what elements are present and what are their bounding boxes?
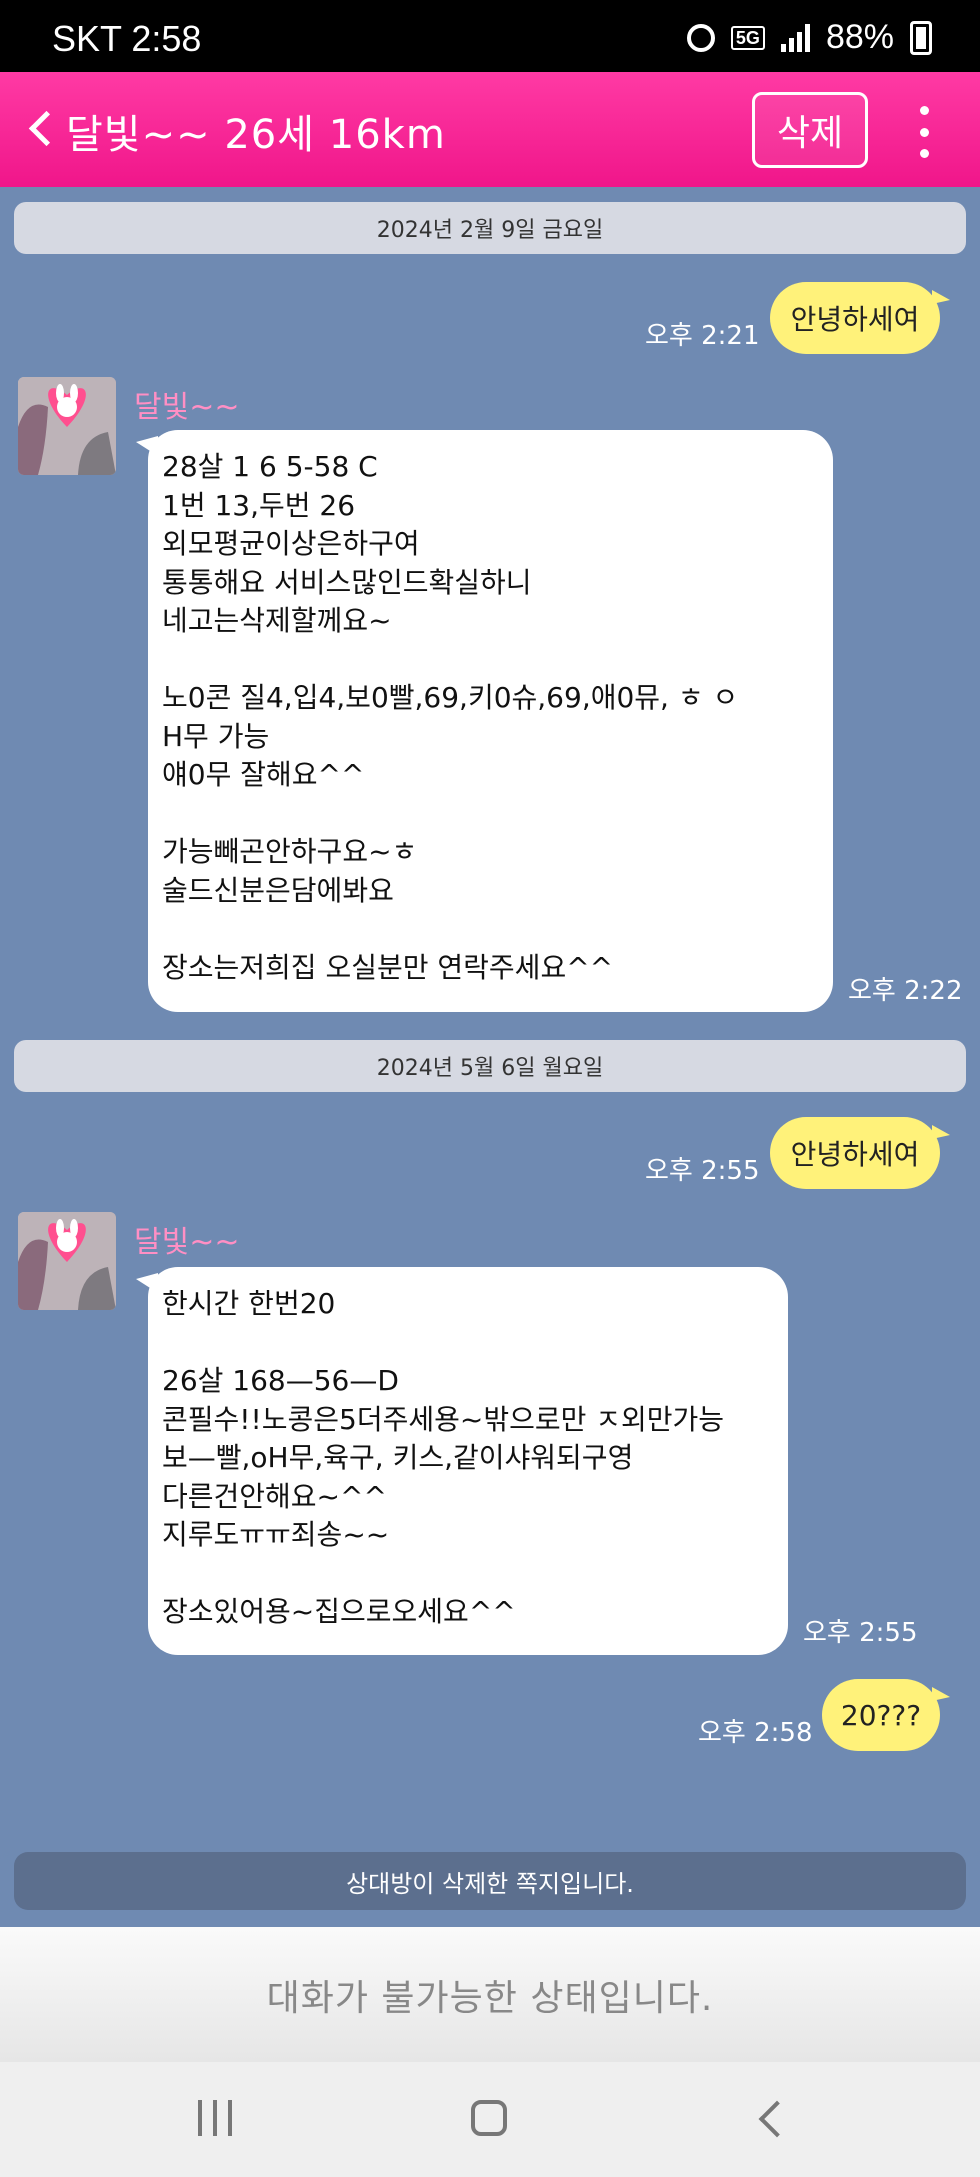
system-nav-bar (0, 2062, 980, 2177)
avatar[interactable] (18, 377, 116, 475)
status-icons: 5G 88% (686, 18, 932, 57)
my-message[interactable]: 안녕하세여 (770, 1117, 950, 1189)
recent-apps-icon[interactable] (198, 2100, 232, 2136)
chat-area[interactable]: 2024년 2월 9일 금요일 오후 2:21 안녕하세여 달빛~~ 28살 1… (0, 187, 980, 1927)
message-time: 오후 2:55 (645, 1156, 760, 1186)
battery-percent: 88% (825, 18, 894, 56)
carrier-time: SKT 2:58 (52, 18, 202, 59)
back-icon[interactable] (22, 106, 62, 156)
message-time: 오후 2:21 (645, 321, 760, 351)
status-bar: SKT 2:58 5G 88% (0, 0, 980, 72)
avatar[interactable] (18, 1212, 116, 1310)
sender-name: 달빛~~ (134, 390, 240, 425)
battery-charging-icon (910, 20, 932, 55)
avatar-image (18, 377, 116, 475)
deleted-notice: 상대방이 삭제한 쪽지입니다. (14, 1852, 966, 1910)
date-divider: 2024년 5월 6일 월요일 (14, 1040, 966, 1092)
alarm-icon (686, 23, 715, 52)
my-message[interactable]: 안녕하세여 (770, 282, 950, 354)
home-icon[interactable] (471, 2100, 507, 2136)
sender-name: 달빛~~ (134, 1225, 240, 1260)
signal-icon (780, 23, 810, 52)
their-message[interactable]: 한시간 한번20 26살 168—56—D 콘필수!!노콩은5더주세용~밖으로만… (136, 1267, 788, 1655)
5g-icon: 5G (730, 25, 765, 50)
avatar-image (18, 1212, 116, 1310)
message-time: 오후 2:58 (698, 1718, 813, 1748)
more-vertical-icon[interactable] (912, 102, 936, 162)
back-nav-icon[interactable] (752, 2098, 792, 2138)
date-divider: 2024년 2월 9일 금요일 (14, 202, 966, 254)
message-time: 오후 2:55 (803, 1618, 918, 1648)
delete-button[interactable]: 삭제 (752, 92, 868, 168)
chat-title: 달빛~~ 26세 16km (66, 112, 446, 158)
chat-header: 달빛~~ 26세 16km 삭제 (0, 72, 980, 187)
my-message[interactable]: 20??? (822, 1679, 950, 1751)
message-time: 오후 2:22 (848, 976, 963, 1006)
their-message[interactable]: 28살 1 6 5-58 C 1번 13,두번 26 외모평균이상은하구여 통통… (136, 430, 833, 1012)
chat-disabled-banner: 대화가 불가능한 상태입니다. (0, 1927, 980, 2062)
